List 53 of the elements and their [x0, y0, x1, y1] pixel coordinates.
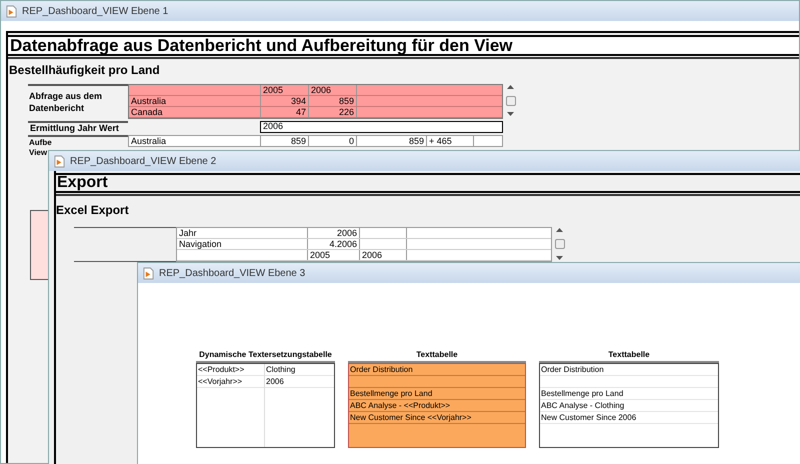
scroll-up-icon[interactable]	[556, 227, 563, 232]
table-cell: 47	[261, 107, 309, 117]
table-cell: 2005	[308, 250, 360, 260]
table-cell: 859	[261, 136, 309, 146]
table-cell-text: Clothing	[265, 364, 296, 375]
table-cell: New Customer Since 2006	[540, 412, 718, 424]
scroll-thumb[interactable]	[506, 96, 516, 106]
row-label: View	[29, 148, 48, 158]
table-cell: Australia	[129, 136, 261, 146]
table-cell: Bestellmenge pro Land	[349, 388, 525, 400]
scroll-up-icon[interactable]	[507, 84, 514, 89]
table-cell: 0	[309, 136, 357, 146]
table-cell: 226	[309, 107, 357, 117]
window-title: REP_Dashboard_VIEW Ebene 3	[159, 266, 306, 280]
document-icon	[54, 154, 65, 168]
table-cell-text: 2006	[265, 376, 285, 387]
table-cell: 394	[261, 96, 309, 106]
table-cell: 859	[309, 96, 357, 106]
table-cell: Navigation	[177, 239, 308, 249]
table-heading: Dynamische Textersetzungstabelle	[199, 349, 332, 361]
table-cell: New Customer Since <<Vorjahr>>	[349, 412, 525, 424]
table-heading: Texttabelle	[416, 349, 458, 361]
table-cell: 2005	[261, 85, 309, 95]
table-cell-text: <<Produkt>>	[197, 364, 246, 375]
scroll-thumb[interactable]	[554, 239, 564, 249]
year-field[interactable]: 2006	[260, 121, 503, 133]
document-icon	[143, 266, 154, 280]
table-cell: 4.2006	[308, 239, 360, 249]
window-title: REP_Dashboard_VIEW Ebene 1	[22, 4, 168, 18]
table-cell-text: <<Vorjahr>>	[197, 376, 244, 387]
row-label: Aufbe	[29, 138, 52, 148]
section-heading: Excel Export	[56, 202, 130, 219]
table-cell: 2006	[308, 228, 360, 238]
scroll-down-icon[interactable]	[507, 112, 514, 117]
table-cell: ABC Analyse - Clothing	[540, 400, 718, 412]
table-cell: Australia	[129, 96, 261, 106]
table-cell: Canada	[129, 107, 261, 117]
table-cell: Jahr	[177, 228, 308, 238]
table-cell: ABC Analyse - <<Produkt>>	[349, 400, 525, 412]
table-cell: 2006	[360, 250, 407, 260]
table-cell: 2006	[309, 85, 357, 95]
document-icon	[6, 4, 17, 18]
window-title: REP_Dashboard_VIEW Ebene 2	[70, 154, 216, 168]
table-cell: Order Distribution	[349, 364, 525, 376]
table-cell: 859	[357, 136, 427, 146]
page-heading: Export	[56, 173, 800, 193]
section-heading: Bestellhäufigkeit pro Land	[9, 62, 161, 78]
table-cell: Order Distribution	[540, 364, 718, 376]
row-label: Ermittlung Jahr Wert	[28, 121, 128, 133]
page-heading: Datenabfrage aus Datenbericht und Aufbereitung für den View	[8, 35, 799, 56]
table-cell: + 465	[427, 136, 474, 146]
table-cell: Bestellmenge pro Land	[540, 388, 718, 400]
table-heading: Texttabelle	[608, 349, 650, 361]
